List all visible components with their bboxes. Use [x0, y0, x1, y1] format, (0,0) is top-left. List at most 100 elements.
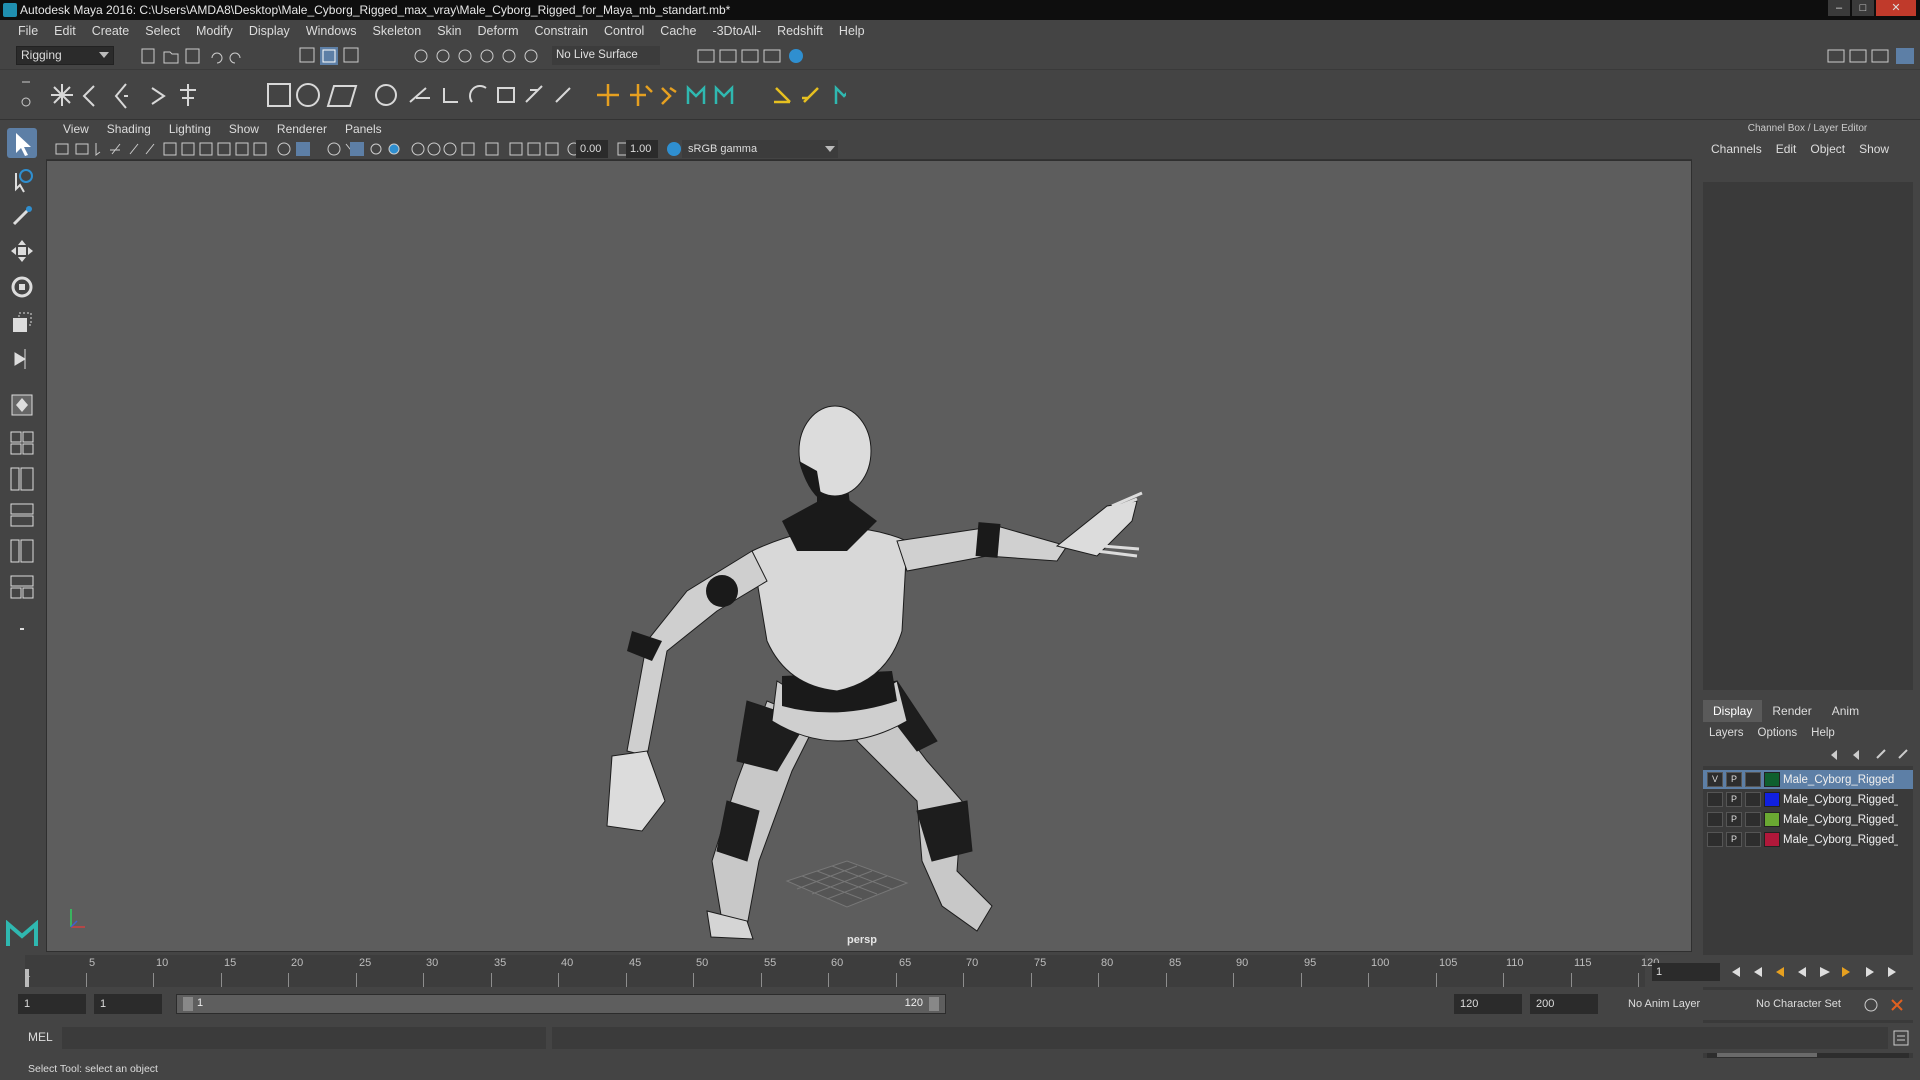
layer-menu-options[interactable]: Options: [1758, 727, 1798, 739]
menu-windows[interactable]: Windows: [298, 24, 365, 38]
layer-playback-toggle[interactable]: P: [1726, 792, 1742, 807]
lasso-tool-button[interactable]: [7, 164, 37, 194]
select-tool-button[interactable]: [7, 128, 37, 158]
menu-3dtoall[interactable]: -3DtoAll-: [704, 24, 769, 38]
panel-menu-view[interactable]: View: [54, 122, 98, 136]
menu-control[interactable]: Control: [596, 24, 652, 38]
menu-skeleton[interactable]: Skeleton: [365, 24, 430, 38]
menu-edit[interactable]: Edit: [46, 24, 84, 38]
rotate-tool-button[interactable]: [7, 272, 37, 302]
tab-anim[interactable]: Anim: [1822, 700, 1869, 722]
quick-layout-hypershade-button[interactable]: [7, 536, 37, 566]
quick-layout-single-button[interactable]: [7, 390, 37, 420]
maximize-button[interactable]: □: [1852, 0, 1874, 16]
layer-row[interactable]: P Male_Cyborg_Rigged_: [1703, 830, 1913, 849]
cb-menu-show[interactable]: Show: [1859, 142, 1889, 156]
rigging-shelf-icons[interactable]: [46, 78, 846, 112]
command-language-label[interactable]: MEL: [28, 1030, 53, 1044]
layer-type-toggle[interactable]: [1745, 792, 1761, 807]
live-surface-field[interactable]: No Live Surface: [552, 46, 660, 65]
menu-deform[interactable]: Deform: [470, 24, 527, 38]
shelf-menu-icon[interactable]: [20, 78, 32, 112]
layout-extra-button[interactable]: [7, 614, 37, 644]
menu-create[interactable]: Create: [84, 24, 138, 38]
menu-redshift[interactable]: Redshift: [769, 24, 831, 38]
time-slider-track[interactable]: 1 5 10 15 20 25 30 35 40 45 50 55 60 65 70 75 80 85 90 95 1…: [25, 955, 1659, 987]
cb-menu-object[interactable]: Object: [1810, 142, 1845, 156]
layer-row[interactable]: V P Male_Cyborg_Rigged: [1703, 770, 1913, 789]
last-tool-button[interactable]: [7, 344, 37, 374]
layer-menu-layers[interactable]: Layers: [1709, 727, 1744, 739]
view-transform-chevron[interactable]: [822, 140, 838, 158]
scale-tool-button[interactable]: [7, 308, 37, 338]
layer-menu-help[interactable]: Help: [1811, 727, 1835, 739]
command-input[interactable]: [62, 1027, 546, 1049]
range-slider-bar[interactable]: 1 120: [176, 994, 946, 1014]
layer-color-swatch[interactable]: [1764, 772, 1780, 787]
layer-playback-toggle[interactable]: P: [1726, 832, 1742, 847]
menu-cache[interactable]: Cache: [652, 24, 704, 38]
anim-layer-dropdown[interactable]: No Anim Layer: [1620, 994, 1746, 1014]
panel-menu-show[interactable]: Show: [220, 122, 268, 136]
menu-set-dropdown[interactable]: Rigging: [16, 46, 114, 65]
menu-skin[interactable]: Skin: [429, 24, 469, 38]
move-tool-button[interactable]: [7, 236, 37, 266]
character-set-dropdown[interactable]: No Character Set: [1748, 994, 1860, 1014]
layer-row[interactable]: P Male_Cyborg_Rigged_: [1703, 810, 1913, 829]
script-editor-icon[interactable]: [1892, 1029, 1910, 1047]
layer-color-swatch[interactable]: [1764, 812, 1780, 827]
panel-menu-shading[interactable]: Shading: [98, 122, 160, 136]
menu-help[interactable]: Help: [831, 24, 873, 38]
layer-type-toggle[interactable]: [1745, 812, 1761, 827]
layer-color-swatch[interactable]: [1764, 792, 1780, 807]
layer-type-toggle[interactable]: [1745, 832, 1761, 847]
cb-menu-edit[interactable]: Edit: [1776, 142, 1797, 156]
perspective-viewport[interactable]: persp: [46, 160, 1692, 952]
minimize-button[interactable]: –: [1828, 0, 1850, 16]
menu-file[interactable]: File: [10, 24, 46, 38]
animation-start-field[interactable]: 1: [18, 994, 86, 1014]
quick-layout-graph-button[interactable]: [7, 500, 37, 530]
quick-layout-four-button[interactable]: [7, 428, 37, 458]
layer-visibility-toggle[interactable]: [1707, 812, 1723, 827]
playback-controls[interactable]: [1726, 963, 1916, 981]
file-icons-group[interactable]: [140, 46, 260, 66]
panel-menu-renderer[interactable]: Renderer: [268, 122, 336, 136]
panel-menu-panels[interactable]: Panels: [336, 122, 391, 136]
gamma-field[interactable]: 1.00: [626, 140, 658, 158]
snap-icons[interactable]: [412, 46, 542, 66]
playback-start-field[interactable]: 1: [94, 994, 162, 1014]
menu-modify[interactable]: Modify: [188, 24, 241, 38]
menu-constrain[interactable]: Constrain: [527, 24, 597, 38]
layer-playback-toggle[interactable]: P: [1726, 812, 1742, 827]
anim-prefs-icons[interactable]: [1862, 996, 1914, 1014]
paint-select-button[interactable]: [7, 200, 37, 230]
layer-visibility-toggle[interactable]: V: [1707, 772, 1723, 787]
playback-end-field[interactable]: 120: [1454, 994, 1522, 1014]
panel-toolbar-icons[interactable]: [54, 140, 714, 158]
quick-layout-uv-button[interactable]: [7, 572, 37, 602]
close-button[interactable]: ✕: [1876, 0, 1916, 16]
current-frame-field[interactable]: 1: [1652, 963, 1720, 981]
view-transform-dropdown[interactable]: sRGB gamma: [682, 140, 822, 158]
layer-buttons[interactable]: [1825, 746, 1915, 764]
tab-display[interactable]: Display: [1703, 700, 1763, 722]
menu-display[interactable]: Display: [241, 24, 298, 38]
quick-layout-persp-outliner-button[interactable]: [7, 464, 37, 494]
layer-type-toggle[interactable]: [1745, 772, 1761, 787]
menu-select[interactable]: Select: [137, 24, 188, 38]
exposure-field[interactable]: 0.00: [576, 140, 608, 158]
workspace-icons[interactable]: [1826, 46, 1918, 66]
range-end-handle[interactable]: [929, 997, 939, 1011]
panel-menu-lighting[interactable]: Lighting: [160, 122, 220, 136]
layer-color-swatch[interactable]: [1764, 832, 1780, 847]
layer-visibility-toggle[interactable]: [1707, 792, 1723, 807]
layer-playback-toggle[interactable]: P: [1726, 772, 1742, 787]
range-start-handle[interactable]: [183, 997, 193, 1011]
cb-menu-channels[interactable]: Channels: [1711, 142, 1762, 156]
selection-mask-icons[interactable]: [298, 46, 368, 66]
render-icons[interactable]: [696, 46, 808, 66]
layer-row[interactable]: P Male_Cyborg_Rigged_: [1703, 790, 1913, 809]
animation-end-field[interactable]: 200: [1530, 994, 1598, 1014]
layer-visibility-toggle[interactable]: [1707, 832, 1723, 847]
